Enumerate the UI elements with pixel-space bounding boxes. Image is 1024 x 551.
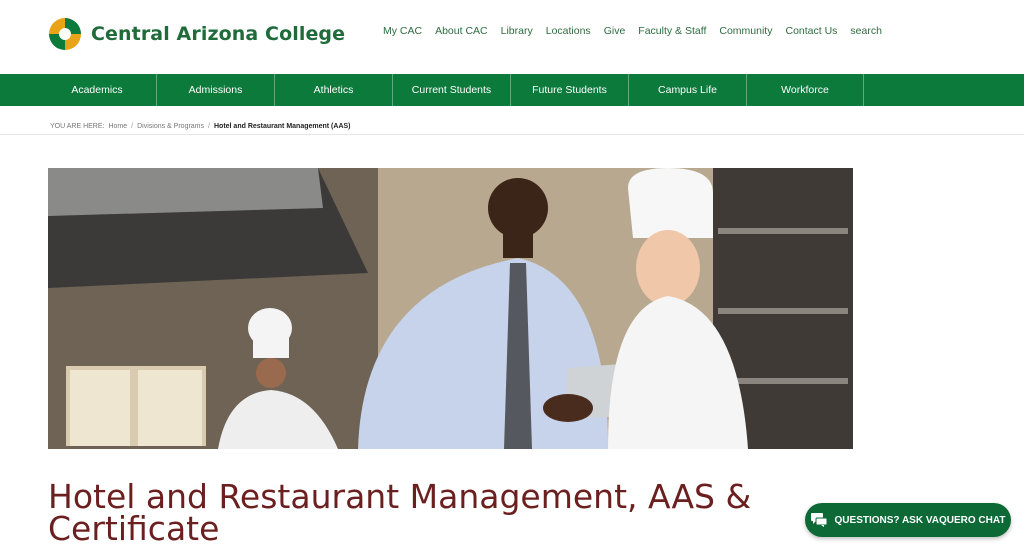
college-logo[interactable]: Central Arizona College (47, 16, 345, 52)
nav-athletics[interactable]: Athletics (274, 74, 392, 106)
chat-label: QUESTIONS? ASK VAQUERO CHAT (834, 514, 1006, 526)
chat-bubble-icon (810, 513, 827, 527)
hero-image (48, 168, 853, 449)
utility-link-community[interactable]: Community (719, 25, 772, 37)
site-header: Central Arizona College My CAC About CAC… (0, 0, 1024, 74)
breadcrumb-divisions[interactable]: Divisions & Programs (137, 123, 204, 130)
logo-icon (48, 17, 82, 51)
nav-future-students[interactable]: Future Students (510, 74, 628, 106)
utility-link-faculty-staff[interactable]: Faculty & Staff (638, 25, 706, 37)
kitchen-scene-image (48, 168, 853, 449)
nav-campus-life[interactable]: Campus Life (628, 74, 746, 106)
nav-admissions[interactable]: Admissions (156, 74, 274, 106)
breadcrumb-home[interactable]: Home (108, 123, 127, 130)
nav-current-students[interactable]: Current Students (392, 74, 510, 106)
page-title: Hotel and Restaurant Management, AAS & C… (48, 477, 752, 548)
breadcrumb-current: Hotel and Restaurant Management (AAS) (213, 123, 351, 130)
utility-link-my-cac[interactable]: My CAC (383, 25, 422, 37)
breadcrumb: YOU ARE HERE: Home / Divisions & Program… (50, 123, 351, 130)
utility-nav: My CAC About CAC Library Locations Give … (383, 25, 895, 37)
utility-link-locations[interactable]: Locations (546, 25, 591, 37)
nav-academics[interactable]: Academics (38, 74, 156, 106)
chat-button[interactable]: QUESTIONS? ASK VAQUERO CHAT (805, 503, 1011, 537)
breadcrumb-divider (0, 134, 1024, 135)
utility-link-give[interactable]: Give (604, 25, 626, 37)
breadcrumb-prefix: YOU ARE HERE: (50, 123, 105, 130)
utility-link-search[interactable]: search (850, 25, 882, 37)
utility-link-about-cac[interactable]: About CAC (435, 25, 488, 37)
college-name: Central Arizona College (91, 23, 346, 45)
main-nav: Academics Admissions Athletics Current S… (0, 74, 1024, 106)
breadcrumb-separator: / (208, 123, 210, 130)
nav-workforce[interactable]: Workforce (746, 74, 864, 106)
breadcrumb-separator: / (131, 123, 134, 130)
utility-link-library[interactable]: Library (501, 25, 533, 37)
utility-link-contact-us[interactable]: Contact Us (785, 25, 837, 37)
